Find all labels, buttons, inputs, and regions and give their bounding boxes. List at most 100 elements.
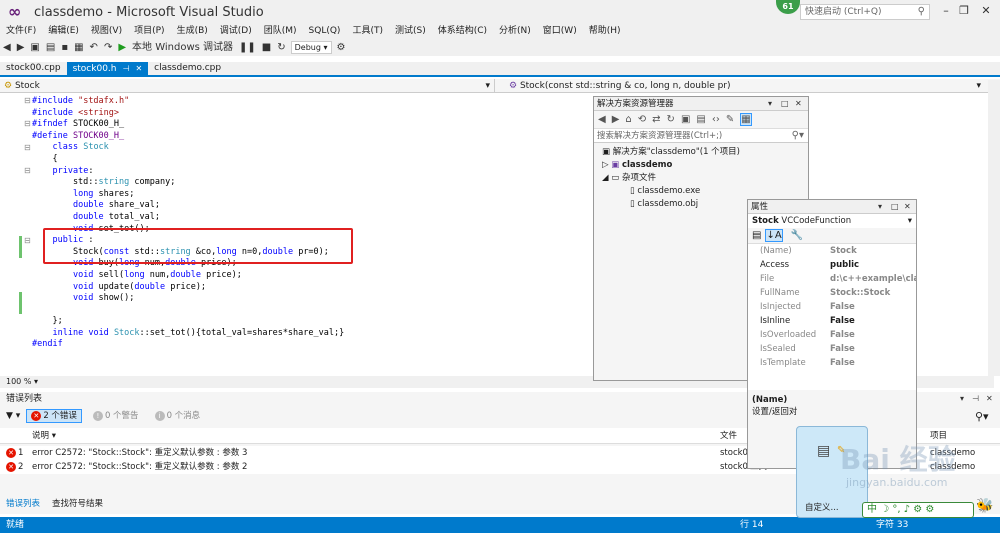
maximize-icon[interactable]: □ (781, 97, 789, 111)
column-description[interactable]: 说明 ▾ (32, 428, 56, 444)
warnings-filter-button[interactable]: ! 0 个警告 (88, 409, 144, 423)
tab-stock00-cpp[interactable]: stock00.cpp (0, 62, 67, 75)
menu-build[interactable]: 生成(B) (171, 24, 214, 39)
fold-icon[interactable]: ⊟ (24, 96, 31, 105)
code-area[interactable]: #include "stdafx.h" #include <string> #ifn… (32, 96, 344, 351)
save-all-icon[interactable]: ▦ (71, 39, 86, 56)
close-icon[interactable]: ✕ (795, 97, 802, 111)
history-icon[interactable]: ⟲ (638, 114, 646, 125)
restart-icon[interactable]: ↻ (274, 39, 288, 56)
redo-icon[interactable]: ↷ (101, 39, 115, 56)
refresh-icon[interactable]: ↻ (667, 114, 675, 125)
menu-view[interactable]: 视图(V) (85, 24, 128, 39)
back-icon[interactable]: ◀ (598, 114, 606, 125)
menu-analyze[interactable]: 分析(N) (493, 24, 537, 39)
tree-item-misc-files[interactable]: ◢ ▭ 杂项文件 (594, 172, 808, 185)
property-row[interactable]: (Name) Stock (748, 244, 916, 258)
type-selector[interactable]: ⚙ Stock ▾ (0, 79, 495, 93)
tree-item-solution[interactable]: ▣ 解决方案"classdemo"(1 个项目) (594, 146, 808, 159)
menu-edit[interactable]: 编辑(E) (42, 24, 85, 39)
dropdown-icon[interactable]: ▾ (878, 200, 882, 214)
minimize-button[interactable]: – (938, 3, 954, 19)
menu-window[interactable]: 窗口(W) (537, 24, 583, 39)
property-pages-icon[interactable]: 🔧 (791, 230, 803, 241)
preview-icon[interactable]: ▦ (740, 113, 752, 126)
property-row[interactable]: FullName Stock::Stock (748, 286, 916, 300)
save-icon[interactable]: ▪ (58, 39, 71, 56)
start-debug-icon[interactable]: ▶ (115, 39, 129, 56)
menu-project[interactable]: 项目(P) (128, 24, 170, 39)
maximize-icon[interactable]: □ (891, 200, 899, 214)
close-icon[interactable]: ✕ (986, 394, 993, 403)
filter-icon[interactable]: ▼ ▾ (0, 411, 26, 421)
member-selector[interactable]: ⚙ Stock(const std::string & co, long n, … (505, 79, 985, 93)
forward-icon[interactable]: ▶ (14, 39, 28, 56)
pause-icon[interactable]: ❚❚ (236, 39, 259, 56)
config-dropdown[interactable]: Debug ▾ (290, 41, 332, 54)
dropdown-icon[interactable]: ▾ (768, 97, 772, 111)
errors-filter-button[interactable]: ✕ 2 个错误 (26, 409, 82, 423)
fold-icon[interactable]: ⊟ (24, 143, 31, 152)
close-icon[interactable]: ✕ (904, 200, 911, 214)
property-row[interactable]: IsInline False (748, 314, 916, 328)
close-button[interactable]: ✕ (978, 3, 994, 19)
fold-icon[interactable]: ⊟ (24, 119, 31, 128)
run-button-label[interactable]: 本地 Windows 调试器 (129, 39, 236, 56)
new-project-icon[interactable]: ▣ (27, 39, 42, 56)
notification-badge[interactable]: 61 (776, 0, 800, 14)
pin-icon[interactable]: ⊣ (122, 64, 129, 73)
property-row[interactable]: Access public (748, 258, 916, 272)
property-row[interactable]: File d:\c++example\cla (748, 272, 916, 286)
categorized-icon[interactable]: ▤ (752, 230, 761, 241)
code-line: #define STOCK00_H_ (32, 130, 125, 141)
zoom-level[interactable]: 100 % (6, 377, 31, 386)
quick-launch-input[interactable]: 快速启动 (Ctrl+Q) ⚲ (800, 4, 930, 20)
restore-button[interactable]: ❐ (956, 3, 972, 19)
menu-help[interactable]: 帮助(H) (583, 24, 627, 39)
menu-team[interactable]: 团队(M) (258, 24, 303, 39)
property-row[interactable]: IsInjected False (748, 300, 916, 314)
menu-tools[interactable]: 工具(T) (346, 24, 389, 39)
home-icon[interactable]: ⌂ (625, 114, 631, 125)
property-row[interactable]: IsSealed False (748, 342, 916, 356)
menu-file[interactable]: 文件(F) (0, 24, 42, 39)
pin-icon[interactable]: ⊣ (972, 394, 979, 403)
menu-architecture[interactable]: 体系结构(C) (432, 24, 493, 39)
dropdown-icon[interactable]: ▾ (960, 394, 964, 403)
undo-icon[interactable]: ↶ (87, 39, 101, 56)
view-code-icon[interactable]: ‹› (712, 114, 720, 125)
tab-classdemo-cpp[interactable]: classdemo.cpp (148, 62, 227, 75)
back-icon[interactable]: ◀ (0, 39, 14, 56)
show-all-icon[interactable]: ▤ (696, 114, 705, 125)
messages-filter-button[interactable]: i0 个消息 (150, 409, 206, 423)
collapse-icon[interactable]: ◢ (602, 173, 611, 183)
sync-icon[interactable]: ⇄ (652, 114, 660, 125)
properties-icon[interactable]: ✎ (726, 114, 734, 125)
search-icon[interactable]: ⚲▾ (975, 410, 989, 423)
fold-icon[interactable]: ⊟ (24, 236, 31, 245)
tree-item-project[interactable]: ▷ ▣ classdemo (594, 159, 808, 172)
tab-stock00-h[interactable]: stock00.h ⊣ ✕ (66, 62, 149, 75)
menu-debug[interactable]: 调试(D) (214, 24, 258, 39)
object-selector[interactable]: Stock VCCodeFunction ▾ (748, 214, 916, 228)
alphabetical-icon[interactable]: ↓A (765, 229, 783, 242)
solution-search-input[interactable]: 搜索解决方案资源管理器(Ctrl+;) ⚲▾ (594, 129, 808, 143)
editor-scrollbar[interactable] (988, 80, 1000, 376)
attach-icon[interactable]: ⚙ (334, 39, 349, 56)
open-icon[interactable]: ▤ (43, 39, 58, 56)
ime-toolbar[interactable]: 中 ☽ °, ♪ ⚙ ⚙ (862, 502, 974, 518)
property-row[interactable]: IsOverloaded False (748, 328, 916, 342)
tab-error-list[interactable]: 错误列表 (0, 496, 46, 512)
menu-test[interactable]: 测试(S) (389, 24, 432, 39)
tree-item-file[interactable]: ▯ classdemo.exe (594, 185, 808, 198)
column-file[interactable]: 文件 (720, 428, 737, 444)
expand-icon[interactable]: ▷ (602, 160, 611, 170)
close-tab-icon[interactable]: ✕ (135, 64, 142, 73)
forward-icon[interactable]: ▶ (612, 114, 620, 125)
fold-icon[interactable]: ⊟ (24, 166, 31, 175)
menu-sql[interactable]: SQL(Q) (303, 24, 347, 39)
tab-find-symbol-results[interactable]: 查找符号结果 (46, 496, 109, 512)
collapse-icon[interactable]: ▣ (681, 114, 690, 125)
property-row[interactable]: IsTemplate False (748, 356, 916, 370)
stop-icon[interactable]: ■ (259, 39, 274, 56)
